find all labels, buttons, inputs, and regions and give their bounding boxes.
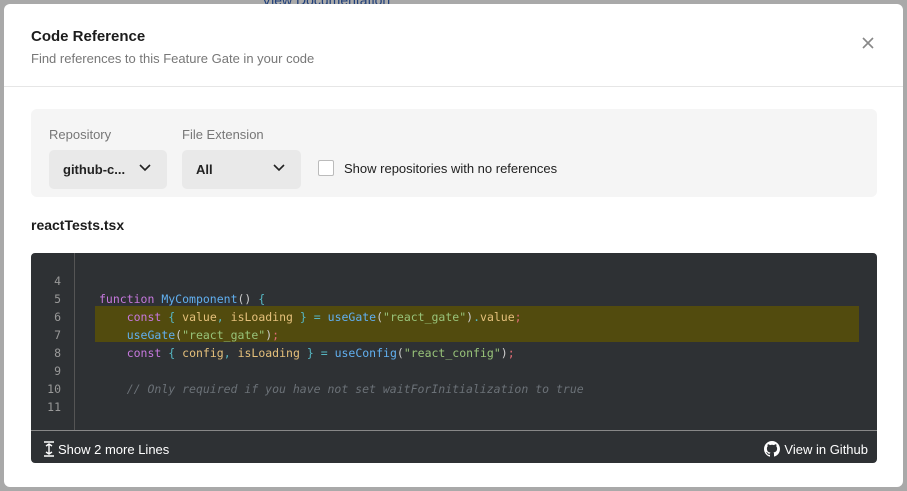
filters-panel: Repository github-c... File Extension Al… xyxy=(31,109,877,197)
code-line: 11 xyxy=(31,398,877,416)
file-extension-label: File Extension xyxy=(182,127,264,142)
file-name: reactTests.tsx xyxy=(31,217,125,233)
code-reference-modal: Code Reference Find references to this F… xyxy=(4,4,903,487)
show-more-lines-button[interactable]: Show 2 more Lines xyxy=(43,441,169,457)
show-empty-repos-checkbox[interactable] xyxy=(318,160,334,176)
line-number: 5 xyxy=(54,292,61,306)
code-line: 10 // Only required if you have not set … xyxy=(31,380,877,398)
code-line: 8 const { config, isLoading } = useConfi… xyxy=(31,344,877,362)
code-line: 5 function MyComponent() { xyxy=(31,290,877,308)
expand-vertical-icon xyxy=(44,441,54,457)
code-footer: Show 2 more Lines View in Github xyxy=(31,430,877,463)
file-extension-select[interactable]: All xyxy=(182,150,301,189)
line-number: 10 xyxy=(47,382,61,396)
view-in-github-label: View in Github xyxy=(784,441,868,457)
repository-label: Repository xyxy=(49,127,112,142)
modal-header: Code Reference Find references to this F… xyxy=(4,4,903,87)
line-number: 4 xyxy=(54,274,61,288)
repository-select[interactable]: github-c... xyxy=(49,150,167,189)
view-in-github-link[interactable]: View in Github xyxy=(764,441,868,457)
line-number: 9 xyxy=(54,364,61,378)
show-empty-repos-label[interactable]: Show repositories with no references xyxy=(344,161,557,176)
modal-title: Code Reference xyxy=(31,28,146,45)
code-line: 9 xyxy=(31,362,877,380)
close-icon[interactable] xyxy=(861,36,875,50)
code-text: function MyComponent() { xyxy=(99,292,266,306)
show-more-lines-label: Show 2 more Lines xyxy=(58,441,170,457)
code-line: 6 const { value, isLoading } = useGate("… xyxy=(31,308,877,326)
code-line: 4 xyxy=(31,272,877,290)
repository-value: github-c... xyxy=(63,162,126,177)
code-text: const { value, isLoading } = useGate("re… xyxy=(126,310,522,324)
chevron-down-icon xyxy=(139,164,151,172)
line-number: 6 xyxy=(54,310,61,324)
modal-subtitle: Find references to this Feature Gate in … xyxy=(31,51,315,66)
line-number: 8 xyxy=(54,346,61,360)
code-text: useGate("react_gate"); xyxy=(126,328,280,342)
github-icon xyxy=(764,441,781,457)
chevron-down-icon xyxy=(273,164,285,172)
code-text: const { config, isLoading } = useConfig(… xyxy=(126,346,515,360)
line-number: 7 xyxy=(54,328,61,342)
code-line: 7 useGate("react_gate"); xyxy=(31,326,877,344)
code-viewer: 4 5 function MyComponent() { 6 const { valu… xyxy=(31,253,877,463)
line-number: 11 xyxy=(47,400,61,414)
code-text: // Only required if you have not set wai… xyxy=(126,382,584,396)
file-extension-value: All xyxy=(196,162,213,177)
